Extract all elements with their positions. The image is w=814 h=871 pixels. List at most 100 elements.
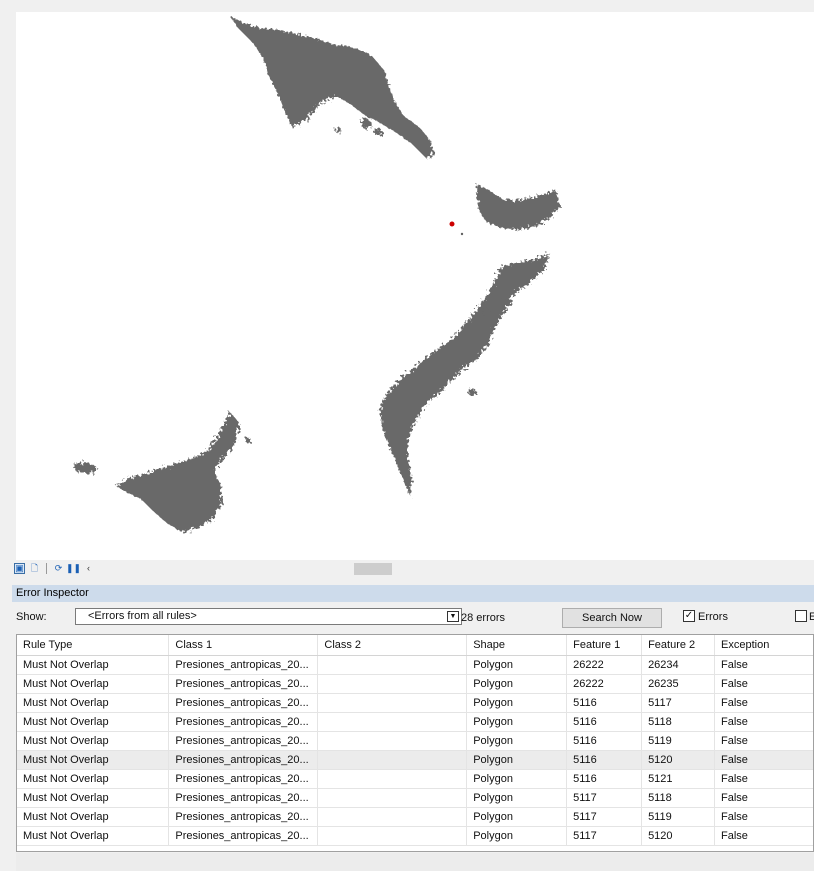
- feature-2-cell: 5120: [641, 750, 716, 770]
- feature-2-cell: 5118: [641, 712, 716, 732]
- shape-cell: Polygon: [466, 750, 568, 770]
- table-header-row: Rule Type Class 1 Class 2 Shape Feature …: [17, 635, 813, 656]
- error-count: 28 errors: [461, 612, 506, 624]
- layer-view-icon[interactable]: ▣: [14, 562, 25, 574]
- shape-cell: Polygon: [466, 712, 568, 732]
- rule-type-cell: Must Not Overlap: [17, 807, 170, 827]
- table-row[interactable]: Must Not Overlap Presiones_antropicas_20.…: [17, 674, 813, 694]
- table-row[interactable]: Must Not Overlap Presiones_antropicas_20.…: [17, 712, 813, 732]
- col-header-class-2[interactable]: Class 2: [317, 635, 468, 656]
- feature-2-cell: 26234: [641, 655, 716, 675]
- rule-type-cell: Must Not Overlap: [17, 655, 170, 675]
- feature-1-cell: 5116: [566, 693, 643, 713]
- exception-cell: False: [714, 674, 813, 694]
- col-header-shape[interactable]: Shape: [466, 635, 568, 656]
- rule-type-cell: Must Not Overlap: [17, 731, 170, 751]
- shape-cell: Polygon: [466, 731, 568, 751]
- layout-view-icon[interactable]: 🗋: [29, 563, 40, 574]
- col-header-feature-2[interactable]: Feature 2: [641, 635, 716, 656]
- feature-1-cell: 5116: [566, 750, 643, 770]
- class-2-cell: [317, 750, 468, 770]
- table-row[interactable]: Must Not Overlap Presiones_antropicas_20.…: [17, 655, 813, 675]
- table-row[interactable]: Must Not Overlap Presiones_antropicas_20.…: [17, 769, 813, 789]
- filter-row: Show: <Errors from all rules> ▼ 28 error…: [12, 606, 814, 630]
- rule-filter-dropdown[interactable]: <Errors from all rules> ▼: [75, 608, 462, 625]
- pause-icon[interactable]: ❚❚: [66, 563, 81, 574]
- shape-cell: Polygon: [466, 807, 568, 827]
- feature-1-cell: 5117: [566, 807, 643, 827]
- class-1-cell: Presiones_antropicas_20...: [168, 655, 319, 675]
- panel-footer: [16, 853, 814, 871]
- error-table: Rule Type Class 1 Class 2 Shape Feature …: [16, 634, 814, 852]
- chevron-down-icon[interactable]: ▼: [447, 611, 459, 622]
- exceptions-checkbox[interactable]: [795, 610, 807, 622]
- back-arrow-icon[interactable]: ‹: [83, 563, 94, 574]
- table-row[interactable]: Must Not Overlap Presiones_antropicas_20.…: [17, 788, 813, 808]
- feature-2-cell: 5118: [641, 788, 716, 808]
- class-1-cell: Presiones_antropicas_20...: [168, 807, 319, 827]
- feature-2-cell: 26235: [641, 674, 716, 694]
- table-row[interactable]: Must Not Overlap Presiones_antropicas_20.…: [17, 807, 813, 827]
- col-header-rule-type[interactable]: Rule Type: [17, 635, 170, 656]
- feature-2-cell: 5119: [641, 731, 716, 751]
- rule-type-cell: Must Not Overlap: [17, 788, 170, 808]
- class-1-cell: Presiones_antropicas_20...: [168, 674, 319, 694]
- rule-type-cell: Must Not Overlap: [17, 712, 170, 732]
- feature-2-cell: 5121: [641, 769, 716, 789]
- class-2-cell: [317, 731, 468, 751]
- feature-1-cell: 5116: [566, 731, 643, 751]
- class-2-cell: [317, 826, 468, 846]
- polygon-cluster-north: [230, 16, 434, 158]
- show-label: Show:: [16, 611, 47, 623]
- col-header-exception[interactable]: Exception: [714, 635, 813, 656]
- exception-cell: False: [714, 731, 813, 751]
- feature-2-cell: 5117: [641, 693, 716, 713]
- feature-2-cell: 5120: [641, 826, 716, 846]
- table-row[interactable]: Must Not Overlap Presiones_antropicas_20.…: [17, 826, 813, 846]
- polygon-cluster-chain: [380, 252, 550, 496]
- class-1-cell: Presiones_antropicas_20...: [168, 826, 319, 846]
- class-2-cell: [317, 655, 468, 675]
- polygon-cluster-southwest: [116, 412, 240, 532]
- class-1-cell: Presiones_antropicas_20...: [168, 693, 319, 713]
- map-toolbar: ▣ 🗋 ⟳ ❚❚ ‹: [12, 560, 814, 576]
- feature-1-cell: 5116: [566, 712, 643, 732]
- error-highlight: [449, 221, 455, 227]
- shape-cell: Polygon: [466, 693, 568, 713]
- feature-1-cell: 26222: [566, 674, 643, 694]
- map-features: [74, 16, 560, 532]
- horizontal-scrollbar-thumb[interactable]: [354, 563, 392, 575]
- errors-checkbox-label: Errors: [698, 611, 728, 623]
- class-1-cell: Presiones_antropicas_20...: [168, 731, 319, 751]
- class-1-cell: Presiones_antropicas_20...: [168, 750, 319, 770]
- refresh-icon[interactable]: ⟳: [53, 563, 64, 574]
- class-1-cell: Presiones_antropicas_20...: [168, 712, 319, 732]
- class-2-cell: [317, 674, 468, 694]
- shape-cell: Polygon: [466, 826, 568, 846]
- feature-1-cell: 5116: [566, 769, 643, 789]
- feature-1-cell: 5117: [566, 788, 643, 808]
- polygon-cluster-middle: [476, 184, 560, 230]
- class-2-cell: [317, 807, 468, 827]
- table-row[interactable]: Must Not Overlap Presiones_antropicas_20.…: [17, 693, 813, 713]
- search-now-button[interactable]: Search Now: [562, 608, 662, 628]
- shape-cell: Polygon: [466, 769, 568, 789]
- table-row[interactable]: Must Not Overlap Presiones_antropicas_20.…: [17, 750, 813, 770]
- exception-cell: False: [714, 655, 813, 675]
- map-canvas[interactable]: [16, 12, 814, 560]
- errors-checkbox[interactable]: ✓: [683, 610, 695, 622]
- table-row[interactable]: Must Not Overlap Presiones_antropicas_20.…: [17, 731, 813, 751]
- toolbar-separator: [46, 562, 47, 574]
- rule-type-cell: Must Not Overlap: [17, 826, 170, 846]
- shape-cell: Polygon: [466, 788, 568, 808]
- exception-cell: False: [714, 750, 813, 770]
- col-header-class-1[interactable]: Class 1: [168, 635, 319, 656]
- exception-cell: False: [714, 807, 813, 827]
- exception-cell: False: [714, 693, 813, 713]
- col-header-feature-1[interactable]: Feature 1: [566, 635, 643, 656]
- feature-1-cell: 5117: [566, 826, 643, 846]
- class-1-cell: Presiones_antropicas_20...: [168, 769, 319, 789]
- shape-cell: Polygon: [466, 655, 568, 675]
- rule-type-cell: Must Not Overlap: [17, 674, 170, 694]
- shape-cell: Polygon: [466, 674, 568, 694]
